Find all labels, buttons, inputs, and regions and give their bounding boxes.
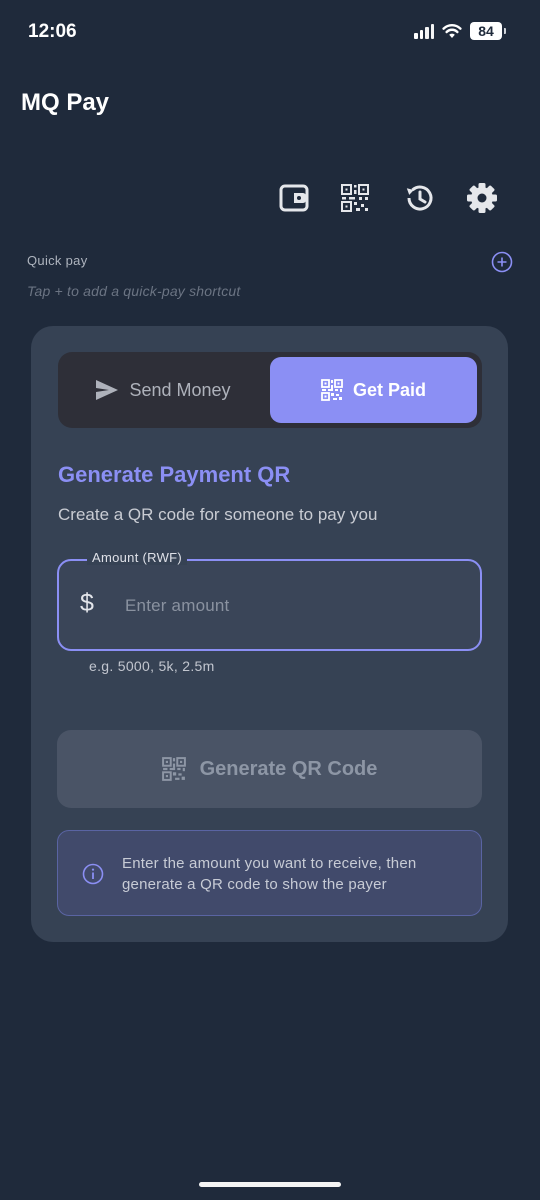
generate-qr-button[interactable]: Generate QR Code xyxy=(57,730,482,808)
battery-icon: 84 xyxy=(470,22,506,40)
battery-level: 84 xyxy=(478,23,494,39)
add-circle-icon xyxy=(491,251,513,273)
generate-qr-label: Generate QR Code xyxy=(199,757,378,780)
app-title: MQ Pay xyxy=(21,89,110,116)
info-box: Enter the amount you want to receive, th… xyxy=(57,830,482,916)
send-money-label: Send Money xyxy=(129,379,231,400)
info-text: Enter the amount you want to receive, th… xyxy=(122,855,417,893)
wallet-button[interactable] xyxy=(272,176,316,220)
amount-field: Amount (RWF) $ xyxy=(57,550,482,651)
history-icon xyxy=(406,185,433,211)
wallet-icon xyxy=(279,184,309,212)
info-icon xyxy=(82,863,104,885)
app-screen: 12:06 84 MQ Pay Quick pay Tap + to add a… xyxy=(0,0,540,1200)
dollar-icon: $ xyxy=(80,589,94,617)
qr-code-icon xyxy=(321,379,343,401)
amount-input[interactable] xyxy=(125,586,465,626)
amount-field-label: Amount (RWF) xyxy=(87,550,188,565)
quick-pay-hint: Tap + to add a quick-pay shortcut xyxy=(27,283,241,299)
get-paid-tab[interactable]: Get Paid xyxy=(270,357,477,423)
section-subtitle: Create a QR code for someone to pay you xyxy=(58,505,378,524)
toolbar xyxy=(270,176,520,220)
mode-toggle: Send Money Get Paid xyxy=(58,352,482,428)
signal-icon xyxy=(414,23,434,39)
qr-code-icon xyxy=(161,757,186,781)
qr-scan-icon xyxy=(341,184,369,212)
home-indicator[interactable] xyxy=(199,1182,341,1187)
amount-helper-text: e.g. 5000, 5k, 2.5m xyxy=(89,658,215,674)
quick-pay-label: Quick pay xyxy=(27,253,88,268)
history-button[interactable] xyxy=(397,176,441,220)
gear-icon xyxy=(467,183,497,213)
add-quick-pay-button[interactable] xyxy=(490,250,514,274)
send-money-tab[interactable]: Send Money xyxy=(58,352,268,428)
section-title: Generate Payment QR xyxy=(58,462,291,487)
status-time: 12:06 xyxy=(28,21,77,42)
status-icons: 84 xyxy=(414,22,506,40)
scan-qr-button[interactable] xyxy=(333,176,377,220)
payment-card: Send Money Get Paid Generate Payment QR … xyxy=(31,326,508,942)
send-icon xyxy=(96,380,119,400)
wifi-icon xyxy=(442,24,462,38)
status-bar: 12:06 84 xyxy=(0,0,540,64)
settings-button[interactable] xyxy=(460,176,504,220)
get-paid-label: Get Paid xyxy=(352,379,427,400)
